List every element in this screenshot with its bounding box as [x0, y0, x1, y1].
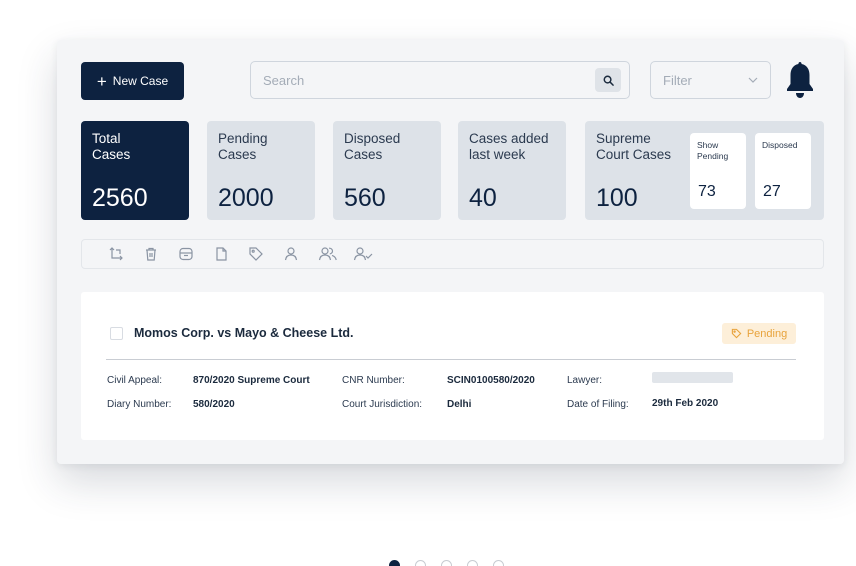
- stat-value: 2000: [218, 184, 274, 212]
- status-text: Pending: [746, 327, 788, 340]
- pagination-dot[interactable]: [441, 560, 452, 566]
- tag-icon: [731, 328, 742, 339]
- assign-user-button[interactable]: [353, 244, 388, 264]
- search-icon: [603, 75, 614, 86]
- stat-label: Cases added last week: [469, 131, 549, 162]
- filter-label: Filter: [663, 72, 692, 88]
- document-icon: [216, 247, 227, 261]
- search-box: [250, 61, 630, 99]
- user-button[interactable]: [283, 244, 318, 264]
- cnr-number-value: SCIN0100580/2020: [447, 375, 535, 386]
- delete-button[interactable]: [143, 244, 178, 264]
- stat-label: Disposed Cases: [344, 131, 401, 162]
- user-check-icon: [353, 247, 373, 261]
- pagination-dot[interactable]: [389, 560, 400, 566]
- search-input[interactable]: [263, 62, 583, 98]
- users-icon: [318, 247, 337, 261]
- diary-number-label: Diary Number:: [107, 399, 172, 410]
- sub-stat-disposed[interactable]: Disposed 27: [755, 133, 811, 209]
- status-badge: Pending: [722, 323, 796, 344]
- lawyer-label: Lawyer:: [567, 375, 603, 386]
- bell-icon[interactable]: [784, 60, 816, 100]
- pagination-dot[interactable]: [415, 560, 426, 566]
- sub-stat-show-pending[interactable]: Show Pending 73: [690, 133, 746, 209]
- dashboard-card: + New Case Filter Total Cases 2560 Pendi…: [57, 40, 844, 464]
- sub-stat-label: Disposed: [762, 140, 798, 150]
- court-jurisdiction-label: Court Jurisdiction:: [342, 399, 423, 410]
- search-button[interactable]: [595, 68, 621, 92]
- stat-value: 560: [344, 184, 386, 212]
- divider: [106, 359, 796, 360]
- stat-total-cases[interactable]: Total Cases 2560: [81, 121, 189, 220]
- archive-button[interactable]: [178, 244, 213, 264]
- sub-stat-value: 73: [698, 183, 716, 200]
- pagination-dot[interactable]: [467, 560, 478, 566]
- case-card[interactable]: Momos Corp. vs Mayo & Cheese Ltd. Pendin…: [81, 292, 824, 440]
- transfer-icon: [109, 247, 123, 261]
- case-title: Momos Corp. vs Mayo & Cheese Ltd.: [134, 326, 354, 340]
- archive-icon: [179, 247, 193, 261]
- action-toolbar: [81, 239, 824, 269]
- stat-value: 2560: [92, 184, 148, 212]
- sub-stat-value: 27: [763, 183, 781, 200]
- stat-pending-cases[interactable]: Pending Cases 2000: [207, 121, 315, 220]
- stat-supreme-court-cases[interactable]: Supreme Court Cases 100 Show Pending 73 …: [585, 121, 824, 220]
- cnr-number-label: CNR Number:: [342, 375, 405, 386]
- plus-icon: +: [96, 71, 107, 91]
- court-jurisdiction-value: Delhi: [447, 399, 472, 410]
- transfer-button[interactable]: [108, 244, 143, 264]
- users-button[interactable]: [318, 244, 353, 264]
- stat-label: Total Cases: [92, 131, 131, 162]
- stat-label: Pending Cases: [218, 131, 268, 162]
- stat-value: 100: [596, 184, 638, 212]
- user-icon: [284, 247, 298, 261]
- stat-disposed-cases[interactable]: Disposed Cases 560: [333, 121, 441, 220]
- lawyer-placeholder: [652, 372, 733, 383]
- filing-date-value: 29th Feb 2020: [652, 398, 719, 409]
- civil-appeal-label: Civil Appeal:: [107, 375, 163, 386]
- filing-date-label: Date of Filing:: [567, 399, 629, 410]
- document-button[interactable]: [213, 244, 248, 264]
- new-case-label: New Case: [112, 74, 169, 88]
- carousel-pagination: [389, 560, 504, 566]
- diary-number-value: 580/2020: [193, 399, 235, 410]
- pagination-dot[interactable]: [493, 560, 504, 566]
- stat-cases-last-week[interactable]: Cases added last week 40: [458, 121, 566, 220]
- tag-button[interactable]: [248, 244, 283, 264]
- trash-icon: [146, 247, 156, 261]
- new-case-button[interactable]: + New Case: [81, 62, 184, 100]
- civil-appeal-value: 870/2020 Supreme Court: [193, 375, 310, 386]
- stat-value: 40: [469, 184, 497, 212]
- tag-icon: [249, 247, 263, 261]
- chevron-down-icon: [748, 77, 758, 83]
- sub-stat-label: Show Pending: [697, 140, 729, 161]
- filter-dropdown[interactable]: Filter: [650, 61, 771, 99]
- case-checkbox[interactable]: [110, 327, 123, 340]
